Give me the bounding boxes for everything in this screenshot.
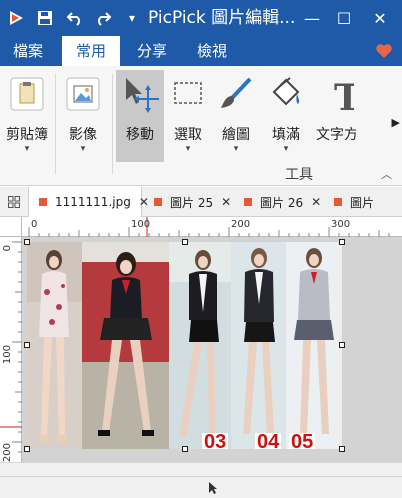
- ruler-label: 0: [2, 245, 13, 252]
- draw-label: 繪圖: [222, 127, 250, 143]
- maximize-button[interactable]: ☐: [330, 0, 358, 36]
- fill-label: 填滿: [272, 127, 300, 143]
- save-icon[interactable]: [32, 0, 58, 36]
- status-bar: [0, 476, 402, 498]
- document-tab-picture-25[interactable]: 圖片 25 ✕: [144, 187, 232, 217]
- document-tab-1111111[interactable]: 1111111.jpg ✕: [28, 187, 149, 217]
- document-tab-label: 圖片 26: [260, 195, 304, 210]
- draw-tool-button[interactable]: 繪圖 ▾: [212, 70, 260, 162]
- chevron-down-icon: ▾: [185, 144, 191, 154]
- quick-access-customize-button[interactable]: ▾: [124, 0, 140, 36]
- image-number-label: 05: [289, 431, 316, 449]
- redo-icon[interactable]: [90, 0, 116, 36]
- resize-handle-bottom-left[interactable]: [24, 446, 30, 452]
- window-title: PicPick 圖片編輯...: [148, 8, 296, 28]
- document-marker-icon: [39, 198, 47, 206]
- ruler-label: 300: [331, 219, 351, 230]
- cursor-icon: [209, 482, 217, 494]
- tools-group-label: 工具: [285, 167, 313, 183]
- ribbon-collapse-button[interactable]: ︿: [381, 166, 392, 182]
- photo-model-3: [169, 242, 231, 449]
- close-button[interactable]: ✕: [364, 0, 396, 36]
- clipboard-icon: [7, 74, 47, 114]
- select-label: 選取: [174, 127, 202, 143]
- app-logo-icon[interactable]: [4, 0, 30, 36]
- text-icon: T: [314, 74, 356, 119]
- chevron-down-icon: ▾: [80, 144, 86, 154]
- resize-handle-top-right[interactable]: [339, 239, 345, 245]
- vertical-ruler: 0 100 200: [0, 237, 22, 462]
- ribbon-divider: [112, 74, 113, 174]
- clipboard-label: 剪貼簿: [6, 127, 48, 143]
- photo-model-1: [27, 242, 82, 449]
- document-tab-picture[interactable]: 圖片: [324, 187, 402, 217]
- tab-file[interactable]: 檔案: [0, 36, 56, 66]
- document-tab-bar: 1111111.jpg ✕ 圖片 25 ✕ 圖片 26 ✕ 圖片: [0, 187, 402, 217]
- close-icon[interactable]: ✕: [221, 195, 231, 209]
- image-button[interactable]: 影像 ▾: [58, 70, 108, 162]
- ruler-label: 200: [2, 443, 13, 463]
- document-marker-icon: [244, 198, 252, 206]
- ribbon-panel: 剪貼簿 ▾ 影像 ▾ 移動 選取 ▾ 繪圖 ▾ 填滿 ▾ T 文字方 ▶ 工具 …: [0, 66, 402, 186]
- ruler-label: 0: [31, 219, 38, 230]
- document-tab-label: 圖片 25: [170, 195, 214, 210]
- minimize-button[interactable]: —: [298, 0, 326, 36]
- photo-model-5: [286, 242, 342, 449]
- ruler-label: 200: [231, 219, 251, 230]
- document-tab-label: 圖片: [350, 195, 375, 210]
- image-label: 影像: [69, 127, 97, 143]
- chevron-down-icon: ▾: [233, 144, 239, 154]
- editor-canvas[interactable]: 03 04 05: [22, 237, 402, 462]
- ruler-label: 100: [131, 219, 151, 230]
- selection-icon: [168, 74, 208, 114]
- photo-model-4: [231, 242, 286, 449]
- svg-text:T: T: [334, 77, 354, 114]
- ribbon-divider: [55, 74, 56, 174]
- document-marker-icon: [334, 198, 342, 206]
- select-tool-button[interactable]: 選取 ▾: [166, 70, 210, 162]
- edited-image[interactable]: 03 04 05: [27, 242, 342, 449]
- image-number-label: 04: [255, 431, 282, 449]
- move-label: 移動: [126, 127, 154, 143]
- image-number-label: 03: [202, 431, 229, 449]
- resize-handle-right[interactable]: [339, 342, 345, 348]
- resize-handle-bottom[interactable]: [182, 446, 188, 452]
- horizontal-ruler: 0 100 200 300: [22, 217, 402, 237]
- move-icon: [120, 74, 160, 114]
- document-marker-icon: [154, 198, 162, 206]
- heart-icon[interactable]: [374, 41, 394, 61]
- brush-icon: [216, 74, 256, 114]
- chevron-down-icon: ▾: [24, 144, 30, 154]
- clipboard-button[interactable]: 剪貼簿 ▾: [2, 70, 52, 162]
- ribbon-scroll-right-button[interactable]: ▶: [392, 116, 400, 129]
- undo-icon[interactable]: [62, 0, 88, 36]
- photo-model-2: [82, 242, 169, 449]
- resize-handle-bottom-right[interactable]: [339, 446, 345, 452]
- fill-tool-button[interactable]: 填滿 ▾: [262, 70, 310, 162]
- close-icon[interactable]: ✕: [311, 195, 321, 209]
- tab-view[interactable]: 檢視: [184, 36, 240, 66]
- tab-home[interactable]: 常用: [62, 36, 120, 66]
- image-icon: [63, 74, 103, 114]
- tab-grid-icon[interactable]: [4, 187, 24, 217]
- title-bar: ▾ PicPick 圖片編輯... — ☐ ✕: [0, 0, 402, 36]
- horizontal-scrollbar[interactable]: [0, 462, 402, 476]
- ruler-corner: [0, 217, 22, 237]
- tab-share[interactable]: 分享: [124, 36, 180, 66]
- chevron-down-icon: ▾: [283, 144, 289, 154]
- document-tab-picture-26[interactable]: 圖片 26 ✕: [234, 187, 322, 217]
- ruler-label: 100: [2, 345, 13, 365]
- paint-bucket-icon: [266, 74, 306, 114]
- ribbon-tab-bar: 檔案 常用 分享 檢視: [0, 36, 402, 66]
- move-tool-button[interactable]: 移動: [116, 70, 164, 162]
- resize-handle-left[interactable]: [24, 342, 30, 348]
- text-tool-button[interactable]: T 文字方: [312, 70, 356, 162]
- resize-handle-top[interactable]: [182, 239, 188, 245]
- resize-handle-top-left[interactable]: [24, 239, 30, 245]
- text-label: 文字方: [316, 127, 356, 143]
- document-tab-label: 1111111.jpg: [55, 195, 131, 209]
